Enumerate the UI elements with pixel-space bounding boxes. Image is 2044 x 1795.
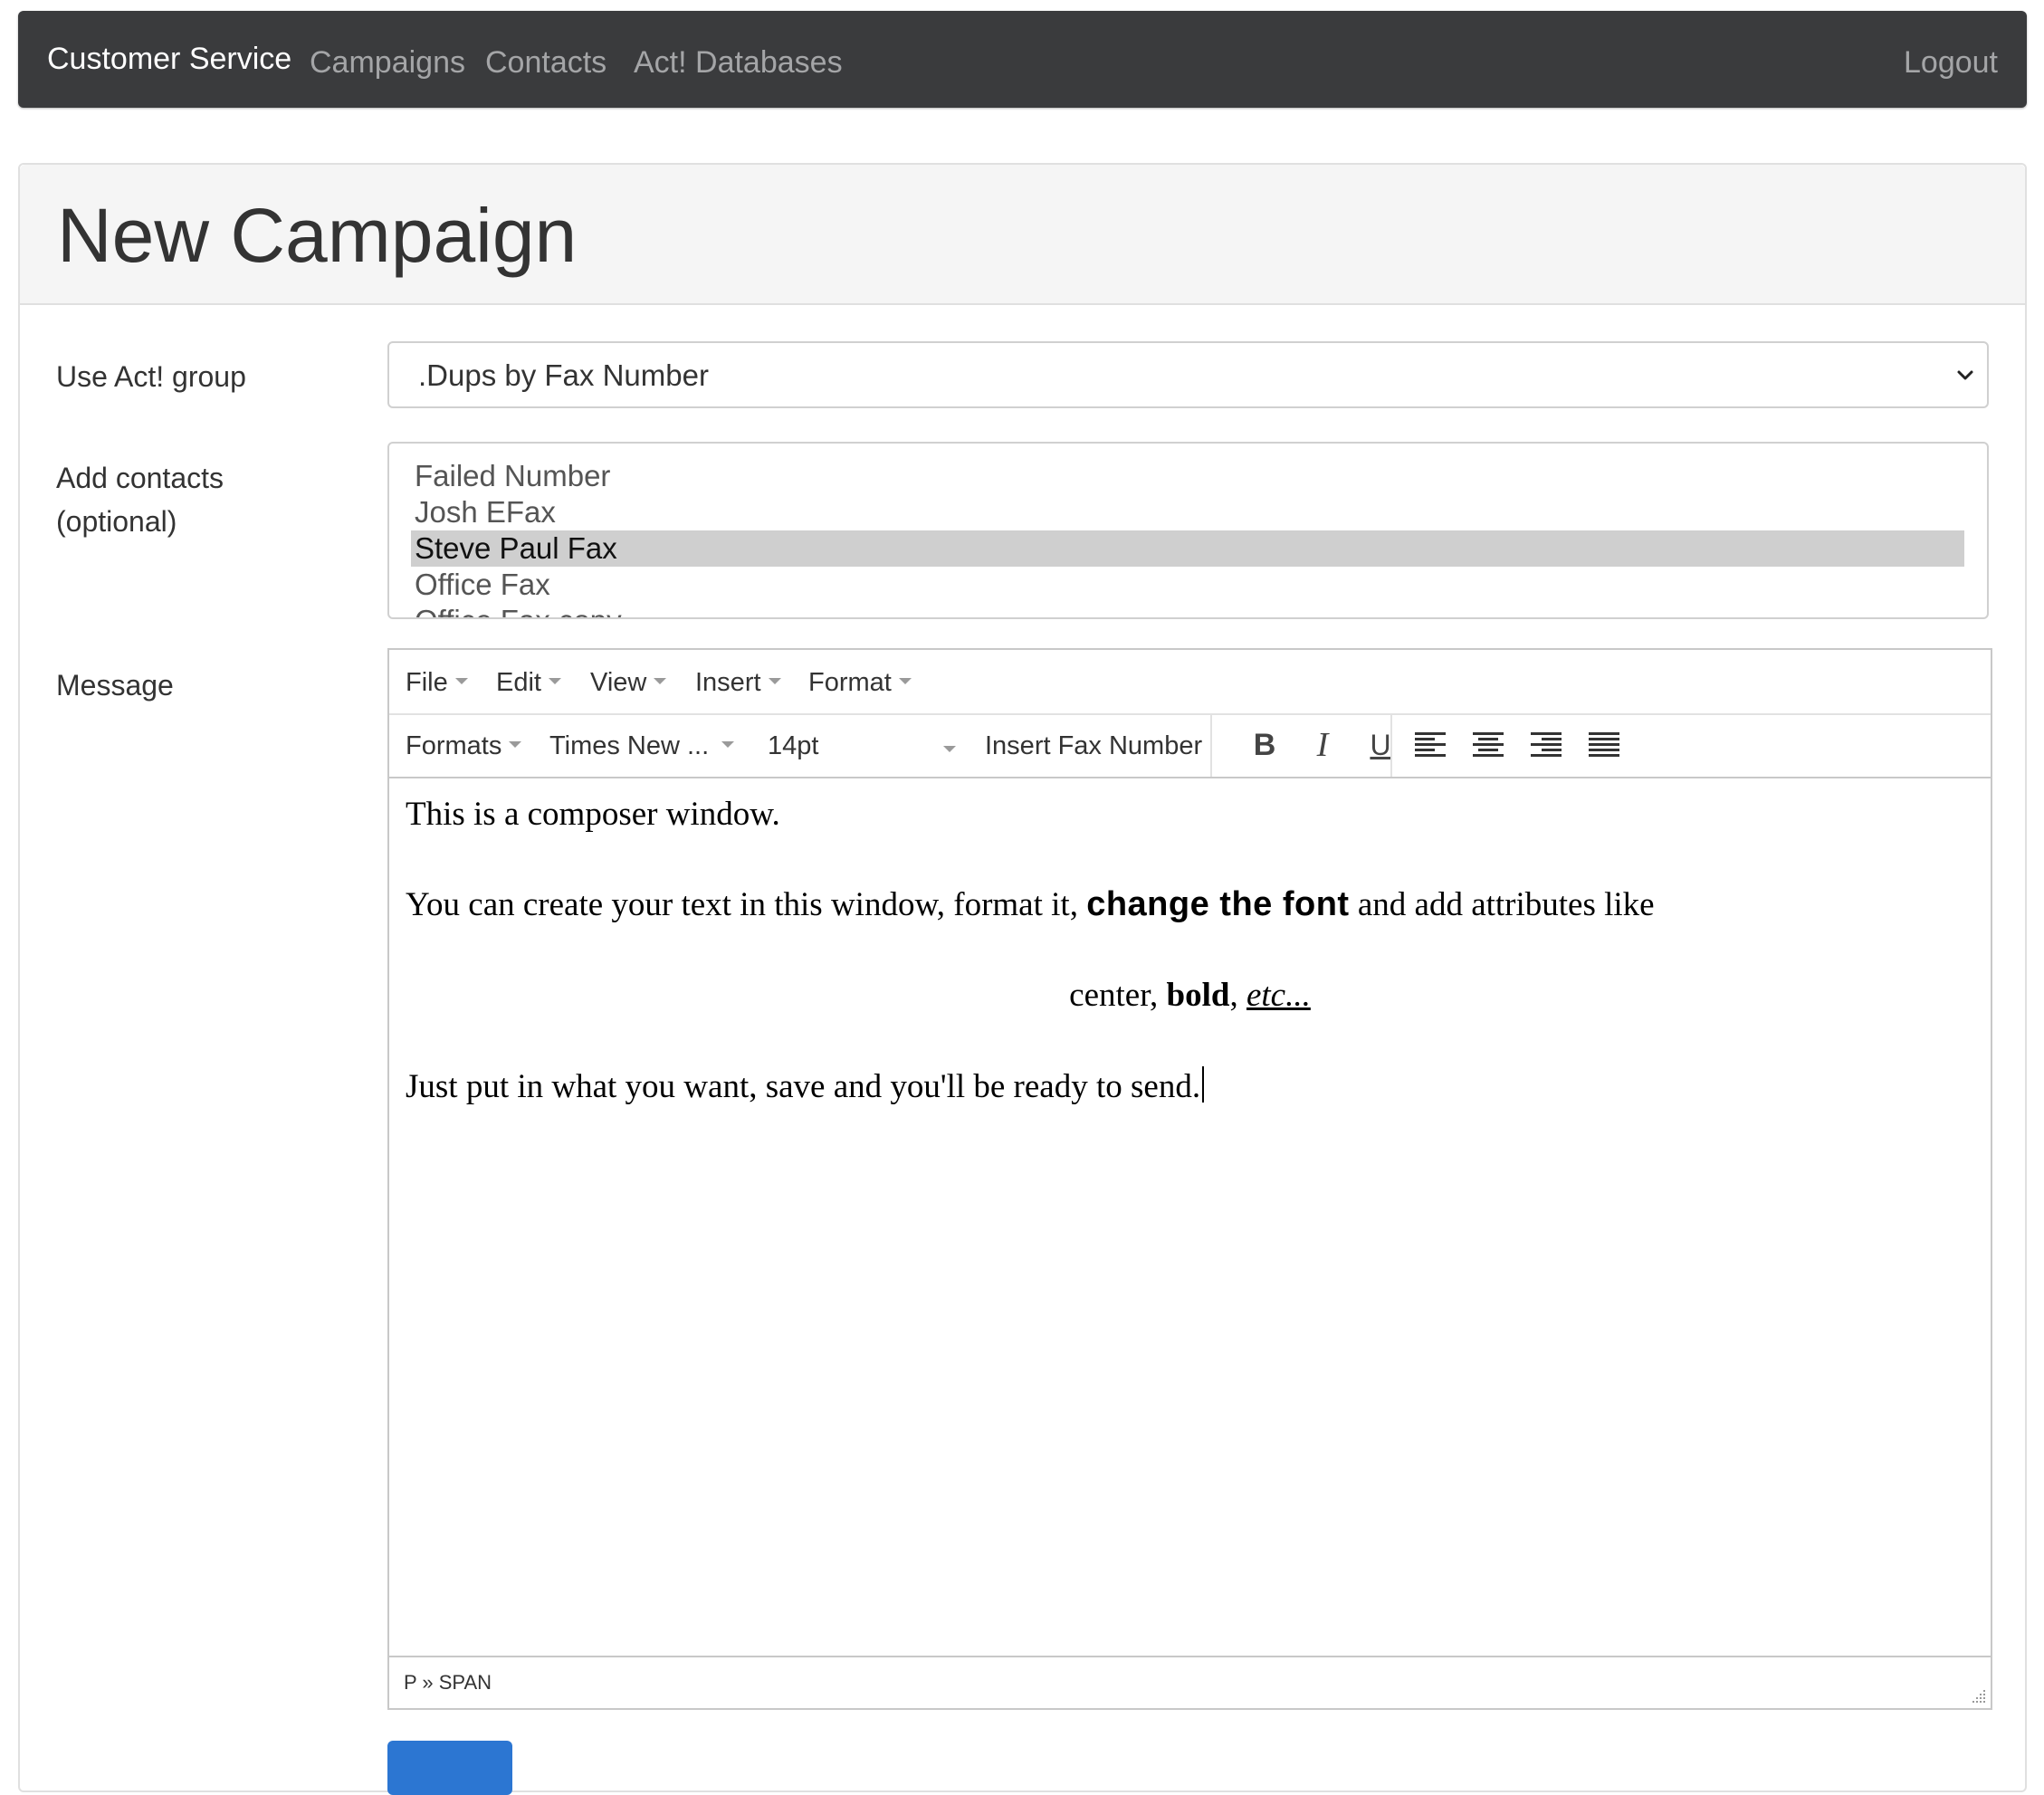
caret-down-icon [654, 677, 667, 684]
content-paragraph-centered: center, bold, etc... [406, 976, 1974, 1015]
group-label: Use Act! group [56, 360, 246, 393]
menu-insert-label: Insert [695, 668, 761, 697]
italic-button[interactable]: I [1301, 724, 1344, 766]
toolbar-divider [1390, 713, 1392, 777]
content-paragraph: You can create your text in this window,… [406, 885, 1974, 924]
content-line3-bold: bold [1166, 977, 1230, 1014]
contact-option[interactable]: Office Fax copy [411, 603, 1964, 617]
logout-link[interactable]: Logout [1904, 47, 1998, 78]
caret-down-icon [768, 677, 781, 684]
align-left-icon [1415, 732, 1446, 757]
content-line3-c: , [1229, 977, 1246, 1014]
menu-edit-label: Edit [496, 668, 541, 697]
resize-handle-icon[interactable] [1971, 1688, 1987, 1704]
brand-link[interactable]: Customer Service [47, 43, 291, 74]
font-size-dropdown[interactable]: 14pt [768, 731, 956, 760]
content-paragraph: This is a composer window. [406, 795, 1974, 834]
toolbar-divider [1210, 713, 1212, 777]
content-line4: Just put in what you want, save and you'… [406, 1068, 1201, 1105]
panel-heading: New Campaign [20, 165, 2025, 305]
menu-format-label: Format [808, 668, 892, 697]
contacts-listbox[interactable]: Failed Number Josh EFax Steve Paul Fax O… [387, 442, 1989, 619]
caret-down-icon [943, 746, 956, 752]
content-line2-bold-font: change the font [1086, 885, 1350, 923]
editor-menubar: File Edit View Insert Format [389, 650, 1991, 715]
caret-down-icon [721, 740, 735, 748]
act-group-selected-value: .Dups by Fax Number [418, 358, 709, 392]
align-justify-button[interactable] [1582, 724, 1626, 766]
content-line2-c: and add attributes like [1349, 886, 1655, 923]
font-size-label: 14pt [768, 731, 819, 760]
editor-toolbar: Formats Times New ... 14pt Insert Fax Nu… [389, 713, 1991, 778]
message-editor: File Edit View Insert Format Formats Tim… [387, 648, 1992, 1710]
underline-icon: U [1370, 729, 1391, 761]
content-paragraph: Just put in what you want, save and you'… [406, 1066, 1974, 1106]
align-left-button[interactable] [1409, 724, 1452, 766]
page-title: New Campaign [57, 193, 578, 278]
contact-option[interactable]: Josh EFax [411, 494, 1964, 530]
caret-down-icon [548, 677, 561, 684]
menu-edit[interactable]: Edit [496, 670, 561, 696]
caret-down-icon [509, 740, 522, 748]
menu-format[interactable]: Format [808, 670, 912, 696]
contact-option[interactable]: Failed Number [411, 458, 1964, 494]
bold-button[interactable]: B [1243, 724, 1286, 766]
menu-view[interactable]: View [590, 668, 667, 697]
align-justify-icon [1589, 732, 1619, 757]
content-line3-a: center, [1069, 977, 1167, 1014]
align-right-button[interactable] [1524, 724, 1568, 766]
text-cursor [1202, 1066, 1205, 1103]
content-line1: This is a composer window. [406, 796, 780, 833]
menu-view-label: View [590, 668, 647, 697]
editor-content-area[interactable]: This is a composer window. You can creat… [406, 795, 1974, 1519]
contacts-label-line1: Add contacts [56, 462, 224, 494]
menu-insert[interactable]: Insert [695, 670, 781, 696]
nav-link-campaigns[interactable]: Campaigns [310, 47, 465, 78]
editor-statusbar: P » SPAN [389, 1656, 1991, 1708]
underline-button[interactable]: U [1359, 724, 1402, 766]
contacts-label: Add contacts (optional) [56, 456, 224, 543]
insert-fax-number-button[interactable]: Insert Fax Number [985, 733, 1202, 759]
chevron-down-icon [1957, 370, 1973, 380]
message-label: Message [56, 669, 174, 702]
align-center-icon [1473, 732, 1504, 757]
caret-down-icon [454, 677, 468, 684]
italic-icon: I [1316, 726, 1329, 764]
font-family-dropdown[interactable]: Times New ... [549, 731, 735, 760]
formats-label: Formats [406, 731, 502, 760]
contact-option-selected[interactable]: Steve Paul Fax [411, 530, 1964, 567]
save-campaign-button[interactable] [387, 1741, 512, 1795]
align-center-button[interactable] [1466, 724, 1510, 766]
menu-file-label: File [406, 668, 448, 697]
content-line3-italic-underline: etc... [1246, 977, 1311, 1014]
menu-file[interactable]: File [406, 670, 468, 696]
contacts-label-line2: (optional) [56, 505, 177, 538]
caret-down-icon [898, 677, 912, 684]
element-path: P » SPAN [404, 1671, 492, 1694]
bold-icon: B [1253, 728, 1276, 762]
contact-option[interactable]: Office Fax [411, 567, 1964, 603]
nav-link-act-databases[interactable]: Act! Databases [634, 47, 843, 78]
font-family-label: Times New ... [549, 731, 710, 760]
top-navbar: Customer Service Campaigns Contacts Act!… [18, 11, 2027, 108]
content-line2-a: You can create your text in this window,… [406, 886, 1087, 923]
align-right-icon [1531, 732, 1562, 757]
act-group-select[interactable]: .Dups by Fax Number [387, 341, 1989, 408]
formats-dropdown[interactable]: Formats [406, 731, 522, 760]
nav-link-contacts[interactable]: Contacts [485, 47, 607, 78]
